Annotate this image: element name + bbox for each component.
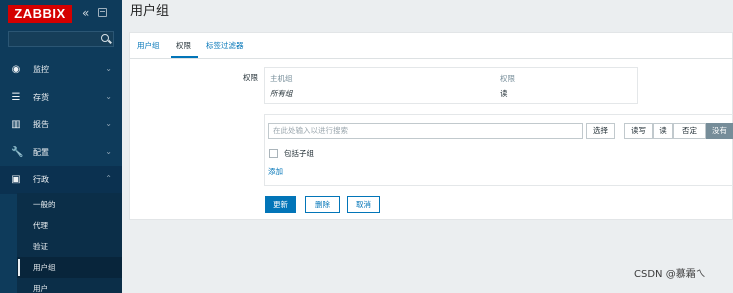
submenu-item-label: 验证	[33, 242, 48, 251]
permission-option-read-write[interactable]: 读写	[624, 123, 653, 139]
sidebar-item-inventory[interactable]: ☰ 存货 ⌄	[0, 84, 122, 112]
active-tab-indicator	[171, 56, 198, 58]
sidebar-item-label: 配置	[33, 148, 49, 157]
collapse-sidebar-icon[interactable]: «	[82, 6, 89, 20]
permissions-table: 主机组 权限 所有组 读	[264, 67, 638, 104]
list-icon: ☰	[11, 92, 21, 103]
sidebar-search	[8, 31, 114, 47]
submenu-item-label: 一般的	[33, 200, 56, 209]
submenu-item-general[interactable]: 一般的	[17, 194, 122, 215]
include-subgroups-checkbox[interactable]	[269, 149, 278, 158]
permissions-field-label: 权限	[243, 73, 258, 82]
wrench-icon: 🔧	[11, 147, 24, 158]
sidebar-item-configuration[interactable]: 🔧 配置 ⌄	[0, 139, 122, 167]
tab-tag-filter[interactable]: 标签过滤器	[206, 41, 244, 51]
sidebar-item-reports[interactable]: ▥ 报告 ⌄	[0, 111, 122, 139]
chevron-down-icon: ⌄	[105, 147, 112, 156]
report-chart-icon: ▥	[11, 119, 21, 130]
add-link[interactable]: 添加	[268, 167, 283, 176]
delete-button[interactable]: 删除	[305, 196, 340, 213]
host-group-search-input[interactable]: 在此处输入以进行搜索	[268, 123, 583, 139]
tab-permissions[interactable]: 权限	[176, 41, 191, 51]
cancel-button[interactable]: 取消	[347, 196, 380, 213]
page-title: 用户组	[130, 4, 170, 19]
sidebar-item-label: 存货	[33, 93, 49, 102]
sidebar-item-label: 行政	[33, 175, 49, 184]
sidebar-search-input[interactable]	[9, 32, 93, 46]
tab-bar: 用户组 权限 标签过滤器	[130, 33, 733, 59]
brand-row: ZABBIX «	[0, 0, 122, 28]
submenu-item-users[interactable]: 用户	[17, 278, 122, 293]
permission-option-none[interactable]: 没有	[706, 123, 733, 139]
search-icon[interactable]	[101, 34, 109, 42]
submenu-item-user-groups[interactable]: 用户组	[17, 257, 122, 278]
submenu-item-label: 代理	[33, 221, 48, 230]
update-button[interactable]: 更新	[265, 196, 296, 213]
table-cell-permission: 读	[500, 89, 508, 98]
sidebar-item-label: 报告	[33, 120, 49, 129]
tab-user-group[interactable]: 用户组	[137, 41, 160, 51]
administration-submenu: 一般的 代理 验证 用户组 用户	[17, 193, 122, 293]
eye-icon: ◉	[11, 64, 21, 75]
kiosk-mode-icon[interactable]	[98, 8, 107, 17]
chevron-down-icon: ⌄	[105, 64, 112, 73]
submenu-item-label: 用户	[33, 284, 48, 293]
col-header-permission: 权限	[500, 74, 515, 83]
permission-option-deny[interactable]: 否定	[673, 123, 706, 139]
chevron-down-icon: ⌄	[105, 119, 112, 128]
submenu-item-proxies[interactable]: 代理	[17, 215, 122, 236]
zabbix-logo[interactable]: ZABBIX	[8, 5, 72, 23]
table-cell-group: 所有组	[270, 89, 293, 98]
chevron-up-icon: ⌃	[105, 174, 112, 183]
sidebar-item-monitoring[interactable]: ◉ 监控 ⌄	[0, 56, 122, 84]
sidebar-item-label: 监控	[33, 65, 49, 74]
admin-gear-icon: ▣	[11, 174, 21, 185]
watermark: CSDN @慕霜ㄟ	[634, 269, 706, 280]
sidebar-item-administration[interactable]: ▣ 行政 ⌃	[0, 166, 122, 194]
submenu-item-label: 用户组	[33, 263, 56, 272]
include-subgroups-label: 包括子组	[284, 149, 314, 158]
chevron-down-icon: ⌄	[105, 92, 112, 101]
submenu-item-authentication[interactable]: 验证	[17, 236, 122, 257]
select-button[interactable]: 选择	[586, 123, 615, 139]
sidebar: ZABBIX « ◉ 监控 ⌄ ☰ 存货 ⌄ ▥ 报告 ⌄ 🔧 配置 ⌄ ▣ 行…	[0, 0, 122, 293]
permission-option-read[interactable]: 读	[653, 123, 673, 139]
col-header-host-group: 主机组	[270, 74, 293, 83]
